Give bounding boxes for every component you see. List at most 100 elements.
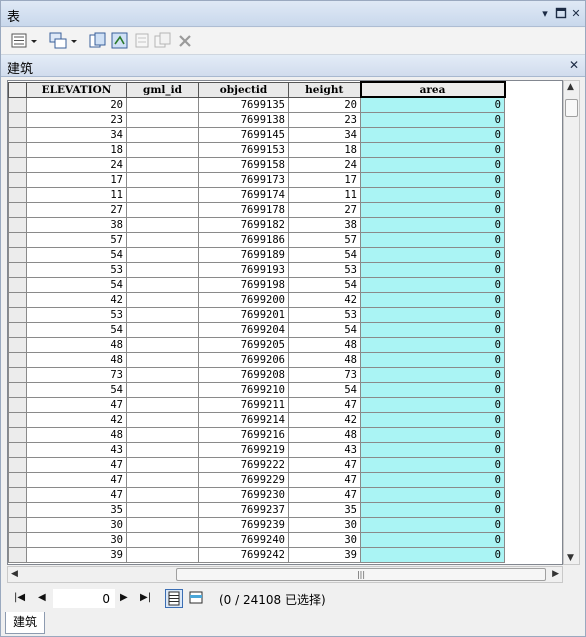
- cell-height[interactable]: 53: [288, 306, 361, 323]
- table-row[interactable]: 48 7699216 48 0: [8, 426, 559, 443]
- previous-record-icon[interactable]: ◀: [38, 592, 46, 603]
- cell-objectid[interactable]: 7699242: [198, 546, 289, 563]
- cell-gml-id[interactable]: [126, 336, 199, 353]
- cell-height[interactable]: 11: [288, 186, 361, 203]
- cell-gml-id[interactable]: [126, 141, 199, 158]
- row-selector[interactable]: [8, 396, 27, 413]
- table-row[interactable]: 43 7699219 43 0: [8, 441, 559, 458]
- cell-elevation[interactable]: 17: [26, 171, 127, 188]
- cell-gml-id[interactable]: [126, 111, 199, 128]
- row-selector[interactable]: [8, 246, 27, 263]
- row-selector[interactable]: [8, 156, 27, 173]
- cell-objectid[interactable]: 7699200: [198, 291, 289, 308]
- row-selector[interactable]: [8, 381, 27, 398]
- cell-elevation[interactable]: 54: [26, 246, 127, 263]
- row-selector[interactable]: [8, 351, 27, 368]
- cell-area[interactable]: 0: [360, 381, 505, 398]
- cell-height[interactable]: 27: [288, 201, 361, 218]
- column-header-objectid[interactable]: objectid: [198, 81, 289, 98]
- cell-area[interactable]: 0: [360, 366, 505, 383]
- row-selector[interactable]: [8, 306, 27, 323]
- cell-elevation[interactable]: 53: [26, 306, 127, 323]
- cell-height[interactable]: 18: [288, 141, 361, 158]
- cell-height[interactable]: 20: [288, 96, 361, 113]
- cell-elevation[interactable]: 11: [26, 186, 127, 203]
- cell-objectid[interactable]: 7699240: [198, 531, 289, 548]
- cell-area[interactable]: 0: [360, 426, 505, 443]
- cell-height[interactable]: 54: [288, 321, 361, 338]
- cell-elevation[interactable]: 42: [26, 411, 127, 428]
- cell-height[interactable]: 17: [288, 171, 361, 188]
- cell-area[interactable]: 0: [360, 351, 505, 368]
- cell-gml-id[interactable]: [126, 291, 199, 308]
- cell-height[interactable]: 57: [288, 231, 361, 248]
- row-selector[interactable]: [8, 171, 27, 188]
- cell-height[interactable]: 42: [288, 291, 361, 308]
- show-selected-records-icon[interactable]: [187, 589, 205, 608]
- cell-elevation[interactable]: 43: [26, 441, 127, 458]
- cell-objectid[interactable]: 7699205: [198, 336, 289, 353]
- cell-objectid[interactable]: 7699206: [198, 351, 289, 368]
- cell-gml-id[interactable]: [126, 351, 199, 368]
- horizontal-scrollbar[interactable]: ◀ ||| ▶: [7, 566, 563, 583]
- first-record-icon[interactable]: |◀: [14, 592, 25, 603]
- row-selector[interactable]: [8, 516, 27, 533]
- cell-area[interactable]: 0: [360, 186, 505, 203]
- cell-gml-id[interactable]: [126, 171, 199, 188]
- cell-gml-id[interactable]: [126, 516, 199, 533]
- column-header-area[interactable]: area: [359, 81, 506, 98]
- switch-selection-icon[interactable]: [111, 32, 129, 50]
- cell-objectid[interactable]: 7699214: [198, 411, 289, 428]
- cell-objectid[interactable]: 7699204: [198, 321, 289, 338]
- cell-elevation[interactable]: 20: [26, 96, 127, 113]
- table-row[interactable]: 23 7699138 23 0: [8, 111, 559, 128]
- cell-gml-id[interactable]: [126, 261, 199, 278]
- cell-elevation[interactable]: 47: [26, 396, 127, 413]
- cell-area[interactable]: 0: [360, 261, 505, 278]
- cell-gml-id[interactable]: [126, 411, 199, 428]
- cell-objectid[interactable]: 7699138: [198, 111, 289, 128]
- table-row[interactable]: 54 7699198 54 0: [8, 276, 559, 293]
- row-selector[interactable]: [8, 471, 27, 488]
- cell-area[interactable]: 0: [360, 231, 505, 248]
- table-row[interactable]: 54 7699204 54 0: [8, 321, 559, 338]
- scroll-up-icon[interactable]: ▲: [567, 82, 574, 92]
- row-selector[interactable]: [8, 96, 27, 113]
- cell-height[interactable]: 47: [288, 471, 361, 488]
- cell-height[interactable]: 48: [288, 336, 361, 353]
- table-row[interactable]: 53 7699201 53 0: [8, 306, 559, 323]
- cell-area[interactable]: 0: [360, 531, 505, 548]
- cell-objectid[interactable]: 7699211: [198, 396, 289, 413]
- cell-area[interactable]: 0: [360, 411, 505, 428]
- cell-height[interactable]: 30: [288, 531, 361, 548]
- cell-gml-id[interactable]: [126, 441, 199, 458]
- table-row[interactable]: 53 7699193 53 0: [8, 261, 559, 278]
- cell-objectid[interactable]: 7699174: [198, 186, 289, 203]
- table-row[interactable]: 34 7699145 34 0: [8, 126, 559, 143]
- table-row[interactable]: 38 7699182 38 0: [8, 216, 559, 233]
- cell-gml-id[interactable]: [126, 381, 199, 398]
- cell-area[interactable]: 0: [360, 486, 505, 503]
- cell-area[interactable]: 0: [360, 156, 505, 173]
- cell-elevation[interactable]: 38: [26, 216, 127, 233]
- cell-elevation[interactable]: 39: [26, 546, 127, 563]
- cell-height[interactable]: 54: [288, 276, 361, 293]
- table-row[interactable]: 35 7699237 35 0: [8, 501, 559, 518]
- cell-elevation[interactable]: 54: [26, 321, 127, 338]
- cell-area[interactable]: 0: [360, 111, 505, 128]
- delete-selected-icon[interactable]: [177, 32, 193, 50]
- cell-height[interactable]: 47: [288, 456, 361, 473]
- cell-area[interactable]: 0: [360, 171, 505, 188]
- row-selector[interactable]: [8, 336, 27, 353]
- cell-objectid[interactable]: 7699186: [198, 231, 289, 248]
- row-selector[interactable]: [8, 456, 27, 473]
- cell-elevation[interactable]: 23: [26, 111, 127, 128]
- row-selector[interactable]: [8, 186, 27, 203]
- cell-elevation[interactable]: 30: [26, 516, 127, 533]
- table-row[interactable]: 57 7699186 57 0: [8, 231, 559, 248]
- cell-gml-id[interactable]: [126, 96, 199, 113]
- cell-area[interactable]: 0: [360, 501, 505, 518]
- column-header-gml-id[interactable]: gml_id: [126, 81, 199, 98]
- cell-elevation[interactable]: 18: [26, 141, 127, 158]
- row-selector[interactable]: [8, 486, 27, 503]
